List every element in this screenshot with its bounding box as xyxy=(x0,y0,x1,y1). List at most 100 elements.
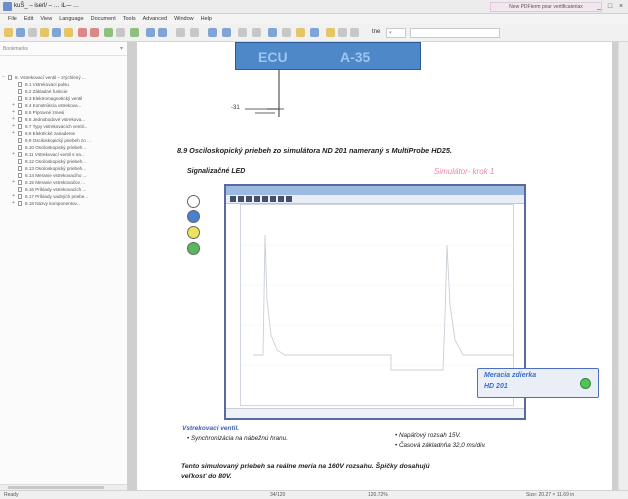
bookmark-item[interactable]: +8.17 Príklady vadných priebe... xyxy=(0,193,127,200)
bookmark-page-icon xyxy=(18,152,22,157)
bookmark-item[interactable]: − 8. Vstrekovací ventil – zrýchlený ... xyxy=(0,74,127,81)
bookmark-label: 8.9 Osciloskopický priebeh zo ... xyxy=(25,138,91,143)
save-icon[interactable] xyxy=(16,28,25,37)
search-input[interactable] xyxy=(410,28,500,38)
closing-line-1: Tento simulovaný priebeh sa reálne meria… xyxy=(181,463,430,470)
expand-toggle-icon[interactable]: + xyxy=(12,123,15,130)
bookmark-item[interactable]: +8.5 Pípravné zmesi xyxy=(0,109,127,116)
bookmark-label: 8.14 Meranie vstrekovacího ... xyxy=(25,173,87,178)
continuous-icon[interactable] xyxy=(252,28,261,37)
menu-view[interactable]: View xyxy=(40,14,52,24)
stamp-icon[interactable] xyxy=(296,28,305,37)
bookmark-label: 8.18 Názvy komponentov... xyxy=(25,201,81,206)
expand-toggle-icon[interactable]: + xyxy=(12,151,15,158)
select-icon[interactable] xyxy=(130,28,139,37)
open-icon[interactable] xyxy=(4,28,13,37)
bookmark-item[interactable]: 8.10 Osciloskopický priebeh... xyxy=(0,144,127,151)
zoom-dropdown[interactable]: ▾ xyxy=(386,28,406,38)
close-icon[interactable]: × xyxy=(617,2,625,11)
bookmark-item[interactable]: +8.11 Vstrekovací ventil s na... xyxy=(0,151,127,158)
menu-advanced[interactable]: Advanced xyxy=(143,14,167,24)
bookmark-item[interactable]: 8.13 Osciloskopický priebeh... xyxy=(0,165,127,172)
menu-help[interactable]: Help xyxy=(201,14,212,24)
minimize-icon[interactable]: _ xyxy=(595,2,603,11)
page-size: Size: 20.27 × 11.69 in xyxy=(526,492,575,498)
bookmark-item[interactable]: 8.14 Meranie vstrekovacího ... xyxy=(0,172,127,179)
bookmark-page-icon xyxy=(18,110,22,115)
bookmark-item[interactable]: 8.3 Elektromagnetický ventil xyxy=(0,95,127,102)
bookmark-label: 8.6 Jednobodové vstrekova... xyxy=(25,117,86,122)
email-icon[interactable] xyxy=(40,28,49,37)
zoom-out-icon[interactable] xyxy=(176,28,185,37)
led-green xyxy=(187,242,200,255)
bookmark-page-icon xyxy=(18,166,22,171)
expand-toggle-icon[interactable]: + xyxy=(12,102,15,109)
bookmark-label: 8.13 Osciloskopický priebeh... xyxy=(25,166,87,171)
bookmark-item[interactable]: 8.2 Základné funkcie xyxy=(0,88,127,95)
link-icon[interactable] xyxy=(338,28,347,37)
note-sync: • Synchronizácia na nábežnú hranu. xyxy=(187,435,288,442)
zoom-in-icon[interactable] xyxy=(190,28,199,37)
back-icon[interactable] xyxy=(146,28,155,37)
maximize-icon[interactable]: □ xyxy=(606,2,614,11)
rotate-icon[interactable] xyxy=(104,28,113,37)
expand-toggle-icon[interactable]: + xyxy=(12,200,15,207)
snapshot-icon[interactable] xyxy=(326,28,335,37)
bookmark-page-icon xyxy=(18,117,22,122)
menu-document[interactable]: Document xyxy=(91,14,116,24)
note-title: Vstrekovací ventil. xyxy=(182,425,240,432)
bookmark-item[interactable]: +8.7 Typy vstrekovacích ventil... xyxy=(0,123,127,130)
measure-icon[interactable] xyxy=(350,28,359,37)
forward-icon[interactable] xyxy=(158,28,167,37)
bookmark-item[interactable]: +8.15 Meranie vstrekovačov ... xyxy=(0,179,127,186)
notice-banner[interactable]: New PDFterm pour vertificateriax xyxy=(490,2,602,12)
bookmark-item[interactable]: +8.6 Jednobodové vstrekova... xyxy=(0,116,127,123)
menu-language[interactable]: Language xyxy=(59,14,83,24)
bookmark-page-icon xyxy=(8,75,12,80)
zoom-indicator[interactable]: 120.72% xyxy=(368,492,388,498)
bookmark-label: 8.4 Konstrúkcia vstrekova... xyxy=(25,103,82,108)
bookmark-label: 8.2 Základné funkcie xyxy=(25,89,68,94)
expand-toggle-icon[interactable]: − xyxy=(2,74,5,81)
scan-icon[interactable] xyxy=(52,28,61,37)
comment-icon[interactable] xyxy=(268,28,277,37)
page-indicator[interactable]: 34/120 xyxy=(270,492,285,498)
closing-line-2: veľkosť do 80V. xyxy=(181,473,232,480)
bookmark-item[interactable]: 8.16 Príklady vstrekovacích ... xyxy=(0,186,127,193)
document-viewport: ECU A-35 -31 8.9 Osciloskopický priebeh … xyxy=(128,42,628,490)
panel-options-icon[interactable]: ▾ xyxy=(120,45,123,52)
folder-icon[interactable] xyxy=(64,28,73,37)
bookmark-item[interactable]: 8.12 Osciloskopický priebeh... xyxy=(0,158,127,165)
typewriter-icon[interactable] xyxy=(310,28,319,37)
hand-tool-icon[interactable] xyxy=(116,28,125,37)
document-scrollbar[interactable] xyxy=(618,42,628,490)
menu-window[interactable]: Window xyxy=(174,14,194,24)
bookmark-label: 8.3 Elektromagnetický ventil xyxy=(25,96,83,101)
fit-width-icon[interactable] xyxy=(222,28,231,37)
window-title: kuŠ_ – iserl/ – … iL-– … xyxy=(14,3,80,9)
expand-toggle-icon[interactable]: + xyxy=(12,130,15,137)
fit-page-icon[interactable] xyxy=(208,28,217,37)
bookmark-page-icon xyxy=(18,138,22,143)
bookmark-page-icon xyxy=(18,159,22,164)
menu-edit[interactable]: Edit xyxy=(24,14,33,24)
bookmark-item[interactable]: 8.9 Osciloskopický priebeh zo ... xyxy=(0,137,127,144)
print-icon[interactable] xyxy=(28,28,37,37)
bookmark-page-icon xyxy=(18,145,22,150)
redo-icon[interactable] xyxy=(90,28,99,37)
expand-toggle-icon[interactable]: + xyxy=(12,116,15,123)
menu-tools[interactable]: Tools xyxy=(123,14,136,24)
single-page-icon[interactable] xyxy=(238,28,247,37)
expand-toggle-icon[interactable]: + xyxy=(12,193,15,200)
bookmark-item[interactable]: +8.4 Konstrúkcia vstrekova... xyxy=(0,102,127,109)
expand-toggle-icon[interactable]: + xyxy=(12,109,15,116)
signal-led-label: Signalizačné LED xyxy=(187,168,246,175)
expand-toggle-icon[interactable]: + xyxy=(12,179,15,186)
bookmark-item[interactable]: +8.8 Elektrické zariadenie xyxy=(0,130,127,137)
highlight-icon[interactable] xyxy=(282,28,291,37)
undo-icon[interactable] xyxy=(78,28,87,37)
menu-file[interactable]: File xyxy=(8,14,17,24)
bookmark-label: 8.16 Príklady vstrekovacích ... xyxy=(25,187,87,192)
bookmark-item[interactable]: +8.18 Názvy komponentov... xyxy=(0,200,127,207)
bookmark-item[interactable]: 8.1 Vstrekovací pulsu xyxy=(0,81,127,88)
